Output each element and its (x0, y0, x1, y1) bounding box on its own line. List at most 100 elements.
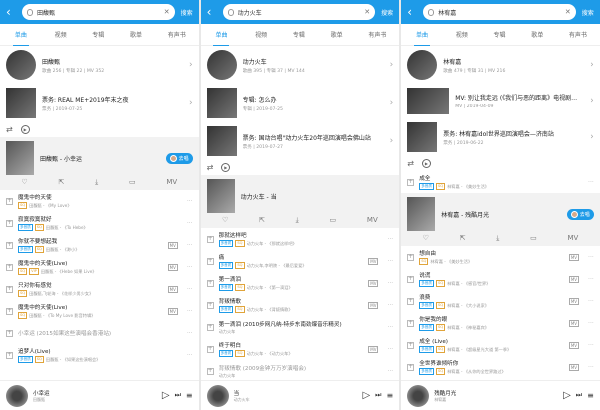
mv-button[interactable]: MV (568, 319, 580, 327)
tab-item[interactable]: 视频 (456, 30, 468, 39)
playlist-icon[interactable]: ≡ (587, 391, 594, 400)
add-icon[interactable]: + (407, 178, 415, 186)
song-row[interactable]: + 全世界谁倾听你 多音质 SQ 林宥嘉 - 《从你的全世界路过》 MV ··· (401, 356, 600, 378)
more-icon[interactable]: ··· (588, 276, 594, 283)
song-row[interactable]: + 只对你有感觉 SQ 田馥甄,飞轮海 - 《花样少男少女》 MV ··· (0, 278, 199, 300)
add-icon[interactable]: + (206, 257, 214, 265)
mv-button[interactable]: MV (568, 363, 580, 371)
song-row[interactable]: + 那就这样吧 多音质 SQ 动力火车 - 《那就这样吧》 ··· (201, 228, 400, 250)
mv-button[interactable]: MV (167, 263, 178, 271)
result-card[interactable]: 票务: REAL ME+2019年末之夜 票务 | 2019-07-25 › (0, 84, 199, 122)
mv-button[interactable]: MV (568, 341, 580, 349)
mv-button[interactable]: MV (368, 301, 379, 309)
mv-button[interactable]: MV (568, 297, 580, 305)
add-icon[interactable]: + (6, 263, 13, 271)
next-icon[interactable]: ⏭ (375, 391, 381, 400)
search-query[interactable]: 田馥甄 (37, 8, 160, 17)
play-icon[interactable]: ▷ (563, 390, 571, 401)
sing-badge[interactable]: 去唱 (566, 208, 594, 220)
now-playing-card[interactable]: 田馥甄 - 小幸运 去唱 ♡ ⇱ ⤓ ▭ MV (0, 137, 199, 190)
tab-item[interactable]: 有声书 (168, 30, 186, 39)
search-query[interactable]: 动力火车 (238, 8, 361, 17)
add-icon[interactable]: + (407, 275, 415, 283)
song-row[interactable]: + 痛多音质 SQ 动力火车,李明陵 - 《最后爱爱》 MV ··· (201, 250, 400, 272)
share-icon[interactable]: ⇱ (58, 178, 64, 187)
song-row[interactable]: + 小幸运 (2015如果这些演唱会香港站) ··· (0, 322, 199, 344)
add-icon[interactable]: + (407, 253, 415, 261)
more-icon[interactable]: ··· (588, 320, 594, 327)
search-button[interactable]: 搜索 (582, 8, 594, 17)
tab-item[interactable]: 单曲 (12, 24, 29, 46)
play-all-icon[interactable]: ▶ (421, 159, 431, 168)
comment-icon[interactable]: ▭ (330, 216, 337, 225)
more-icon[interactable]: ··· (187, 308, 193, 315)
song-row[interactable]: + 你是我的眼 多音质 SQ 林宥嘉 - 《神秘嘉宾》 MV ··· (401, 312, 600, 334)
song-row[interactable]: + 背叛情歌 (2009金钟万万岁演唱会) 动力火车 ··· (201, 360, 400, 382)
tab-item[interactable]: 歌单 (531, 30, 543, 39)
song-row[interactable]: + 魔鬼中的天使 SQ 田馥甄 - 《My Love》 ··· (0, 190, 199, 212)
tab-item[interactable]: 专辑 (92, 30, 104, 39)
comment-icon[interactable]: ▭ (129, 178, 136, 187)
search-box[interactable]: 动力火车 ✕ (222, 4, 376, 20)
mv-button[interactable]: MV (167, 285, 178, 293)
more-icon[interactable]: ··· (588, 254, 594, 261)
add-icon[interactable]: + (407, 363, 415, 371)
result-card[interactable]: 票务: 林宥嘉idol世界巡回演唱会—济南站 票务 | 2019-06-22 › (401, 118, 600, 156)
mv-icon[interactable]: MV (568, 234, 579, 243)
add-icon[interactable]: + (206, 279, 214, 287)
song-row[interactable]: + 魔鬼中的天使(Live) SQ 田馥甄 - 《To My Love 影音特辑》 MV… (0, 300, 199, 322)
now-playing-card[interactable]: 林宥嘉 - 残酷月光 去唱 ♡ ⇱ ⤓ ▭ MV (401, 193, 600, 246)
add-icon[interactable]: + (206, 367, 214, 375)
song-row[interactable]: + 成全 (Live) 多音质 SQ 林宥嘉 - 《超级星光大道 第一季》 MV ··· (401, 334, 600, 356)
play-all-icon[interactable]: ▶ (20, 125, 30, 134)
more-icon[interactable]: ··· (588, 342, 594, 349)
result-card[interactable]: 动力火车 歌曲 395 | 专辑 37 | MV 144 › (201, 46, 400, 84)
back-icon[interactable]: ‹ (6, 5, 16, 19)
back-icon[interactable]: ‹ (207, 5, 217, 19)
more-icon[interactable]: ··· (387, 324, 393, 331)
more-icon[interactable]: ··· (387, 368, 393, 375)
song-row[interactable]: + 说谎 多音质 SQ 林宥嘉 - 《感官/世界》 MV ··· (401, 268, 600, 290)
song-row[interactable]: + 追梦人(Live) 多音质 SQ 田馥甄 - 《如果这些演唱会》 ··· (0, 344, 199, 366)
more-icon[interactable]: ··· (187, 264, 193, 271)
play-icon[interactable]: ▷ (162, 390, 170, 401)
more-icon[interactable]: ··· (588, 298, 594, 305)
result-card[interactable]: 专辑: 怎么办 专辑 | 2019-07-25 › (201, 84, 400, 122)
song-row[interactable]: + 你就不要想起我 多音质 SQ 田馥甄 - 《渺小》 MV ··· (0, 234, 199, 256)
more-icon[interactable]: ··· (187, 286, 193, 293)
song-row[interactable]: + 第一滴泪 多音质 SQ 动力火车 - 《第一滴泪》 MV ··· (201, 272, 400, 294)
add-icon[interactable]: + (206, 345, 214, 353)
download-icon[interactable]: ⤓ (95, 178, 98, 187)
heart-icon[interactable]: ♡ (222, 216, 228, 225)
song-row[interactable]: + 魔鬼中的天使(Live) SQ VIP 田馥甄 - 《Hebe 如果 Live》 MV… (0, 256, 199, 278)
tab-item[interactable]: 视频 (255, 30, 267, 39)
heart-icon[interactable]: ♡ (21, 178, 27, 187)
tab-item[interactable]: 有声书 (368, 30, 386, 39)
search-box[interactable]: 田馥甄 ✕ (22, 4, 175, 20)
add-icon[interactable]: + (206, 301, 214, 309)
mic-icon[interactable] (428, 8, 435, 16)
tab-item[interactable]: 单曲 (213, 24, 230, 46)
mv-button[interactable]: MV (368, 279, 379, 287)
search-query[interactable]: 林宥嘉 (438, 8, 561, 17)
mv-button[interactable]: MV (368, 257, 379, 265)
download-icon[interactable]: ⤓ (496, 234, 499, 243)
heart-icon[interactable]: ♡ (423, 234, 429, 243)
song-row[interactable]: + 浪费 多音质 SQ 林宥嘉 - 《大小说家》 MV ··· (401, 290, 600, 312)
more-icon[interactable]: ··· (187, 220, 193, 227)
shuffle-icon[interactable]: ⇄ (407, 159, 414, 168)
tab-item[interactable]: 歌单 (130, 30, 142, 39)
shuffle-icon[interactable]: ⇄ (6, 125, 13, 134)
more-icon[interactable]: ··· (387, 302, 393, 309)
song-row[interactable]: + 寂寞寂寞就好 多音质 SQ 田馥甄 - 《To Hebe》 ··· (0, 212, 199, 234)
back-icon[interactable]: ‹ (407, 5, 417, 19)
album-disc[interactable] (206, 384, 229, 407)
more-icon[interactable]: ··· (387, 258, 393, 265)
mv-icon[interactable]: MV (166, 178, 177, 187)
now-playing-card[interactable]: 动力火车 - 当 ♡ ⇱ ⤓ ▭ MV (200, 175, 400, 228)
more-icon[interactable]: ··· (588, 179, 594, 186)
tab-item[interactable]: 专辑 (293, 30, 305, 39)
play-icon[interactable]: ▷ (362, 390, 370, 401)
add-icon[interactable]: + (206, 323, 214, 331)
sing-badge[interactable]: 去唱 (165, 152, 193, 164)
